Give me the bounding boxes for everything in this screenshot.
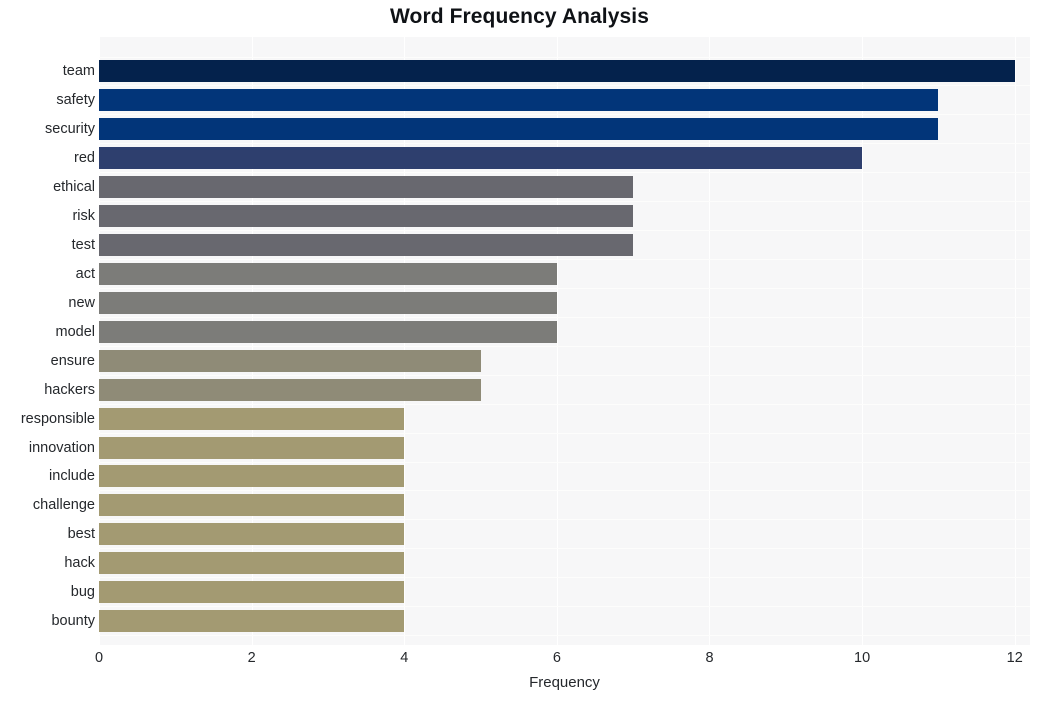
gridline-vertical: [1014, 37, 1016, 645]
y-tick-label: bug: [70, 584, 95, 601]
y-tick-label: best: [67, 526, 95, 543]
bar: [99, 378, 481, 401]
bar: [99, 60, 1015, 83]
gridline-horizontal: [99, 57, 1030, 58]
y-tick-label: safety: [56, 92, 95, 109]
gridline-horizontal: [99, 230, 1030, 231]
y-tick-label: hackers: [44, 381, 95, 398]
y-tick-label: team: [62, 63, 95, 80]
gridline-horizontal: [99, 490, 1030, 491]
x-axis-tick-labels: 0 2 4 6 8 10 12: [95, 645, 1030, 671]
gridline-horizontal: [99, 317, 1030, 318]
gridline-horizontal: [99, 346, 1030, 347]
y-tick-label: innovation: [28, 439, 95, 456]
bar: [99, 610, 405, 633]
gridline-horizontal: [99, 259, 1030, 260]
x-tick-label: 12: [1006, 650, 1023, 666]
x-tick-label: 8: [705, 650, 714, 666]
bar: [99, 465, 405, 488]
plot-area: [99, 37, 1030, 645]
bar: [99, 581, 405, 604]
bar: [99, 523, 405, 546]
word-frequency-bar-chart: Word Frequency Analysis team safety securi…: [0, 0, 1039, 701]
gridline-horizontal: [99, 201, 1030, 202]
y-tick-label: bounty: [51, 613, 95, 630]
y-tick-label: challenge: [32, 497, 95, 514]
gridline-horizontal: [99, 635, 1030, 636]
gridline-horizontal: [99, 172, 1030, 173]
bar: [99, 233, 634, 256]
x-axis-title: Frequency: [529, 674, 600, 691]
gridline-horizontal: [99, 375, 1030, 376]
y-tick-label: include: [49, 468, 95, 485]
gridline-horizontal: [99, 288, 1030, 289]
gridline-horizontal: [99, 404, 1030, 405]
y-tick-label: test: [71, 236, 95, 253]
x-tick-label: 10: [854, 650, 871, 666]
y-tick-label: risk: [72, 207, 95, 224]
gridline-horizontal: [99, 114, 1030, 115]
x-tick-label: 0: [94, 650, 104, 666]
gridline-horizontal: [99, 548, 1030, 549]
y-axis-tick-labels: team safety security red ethical risk test act n…: [0, 37, 95, 645]
gridline-horizontal: [99, 462, 1030, 463]
chart-title: Word Frequency Analysis: [389, 5, 650, 28]
bar: [99, 118, 939, 141]
gridline-horizontal: [99, 433, 1030, 434]
x-tick-label: 6: [552, 650, 561, 666]
gridline-horizontal: [99, 143, 1030, 144]
bar: [99, 436, 405, 459]
gridline-horizontal: [99, 519, 1030, 520]
bar: [99, 349, 481, 372]
x-tick-label: 2: [247, 650, 256, 666]
bar: [99, 407, 405, 430]
bar: [99, 175, 634, 198]
gridline-horizontal: [99, 85, 1030, 86]
bar: [99, 552, 405, 575]
y-tick-label: ensure: [50, 352, 95, 369]
y-tick-label: responsible: [20, 410, 95, 427]
y-tick-label: ethical: [53, 178, 95, 195]
bar: [99, 262, 557, 285]
bar: [99, 291, 557, 314]
bar: [99, 494, 405, 517]
bar: [99, 320, 557, 343]
gridline-horizontal: [99, 577, 1030, 578]
bar: [99, 204, 634, 227]
x-tick-label: 4: [400, 650, 409, 666]
y-tick-label: act: [75, 265, 95, 282]
y-tick-label: model: [55, 323, 96, 340]
y-tick-label: red: [74, 150, 95, 167]
y-tick-label: security: [45, 121, 95, 138]
y-tick-label: new: [68, 294, 95, 311]
bar: [99, 147, 863, 170]
y-tick-label: hack: [64, 555, 95, 572]
gridline-horizontal: [99, 606, 1030, 607]
bar: [99, 89, 939, 112]
